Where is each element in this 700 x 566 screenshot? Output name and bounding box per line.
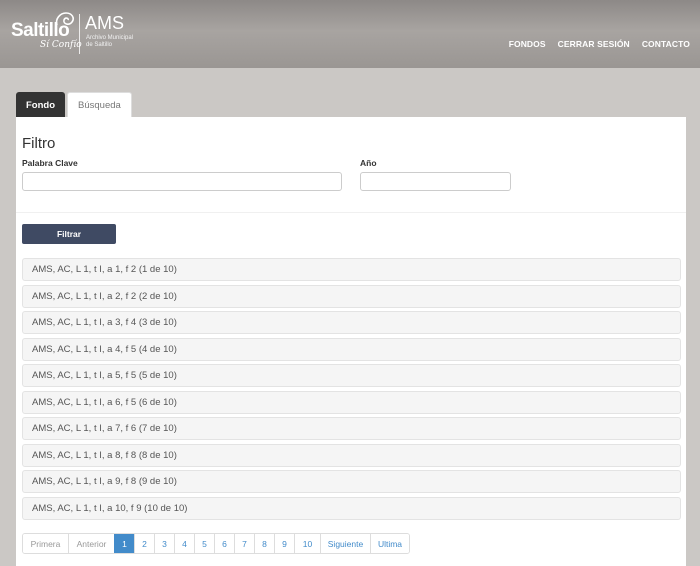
top-nav: FONDOS CERRAR SESIÓN CONTACTO — [509, 39, 690, 49]
nav-cerrar-sesion[interactable]: CERRAR SESIÓN — [558, 39, 630, 49]
site-header: Saltillo Sí Confío AMS Archivo Municipal… — [0, 0, 700, 68]
year-input[interactable] — [360, 172, 511, 191]
page-first[interactable]: Primera — [23, 534, 68, 553]
list-item[interactable]: AMS, AC, L 1, t I, a 6, f 5 (6 de 10) — [22, 390, 681, 414]
page-prev[interactable]: Anterior — [68, 534, 114, 553]
divider — [16, 212, 686, 213]
page-9[interactable]: 9 — [274, 534, 294, 553]
page-7[interactable]: 7 — [234, 534, 254, 553]
list-item[interactable]: AMS, AC, L 1, t I, a 10, f 9 (10 de 10) — [22, 496, 681, 520]
nav-contacto[interactable]: CONTACTO — [642, 39, 690, 49]
year-label: Año — [360, 158, 377, 168]
keyword-label: Palabra Clave — [22, 158, 78, 168]
list-item[interactable]: AMS, AC, L 1, t I, a 1, f 2 (1 de 10) — [22, 258, 681, 281]
logo-text: Saltillo — [11, 20, 70, 41]
saltillo-logo[interactable]: Saltillo Sí Confío AMS Archivo Municipal… — [10, 10, 133, 56]
keyword-input[interactable] — [22, 172, 342, 191]
logo-subtitle: Archivo Municipal de Saltillo — [86, 35, 134, 48]
page-8[interactable]: 8 — [254, 534, 274, 553]
list-item[interactable]: AMS, AC, L 1, t I, a 7, f 6 (7 de 10) — [22, 417, 681, 440]
logo-divider — [79, 14, 80, 54]
tab-fondo[interactable]: Fondo — [16, 92, 66, 118]
list-item[interactable]: AMS, AC, L 1, t I, a 5, f 5 (5 de 10) — [22, 364, 681, 387]
list-item[interactable]: AMS, AC, L 1, t I, a 8, f 8 (8 de 10) — [22, 443, 681, 467]
logo-acronym: AMS — [85, 13, 125, 33]
list-item[interactable]: AMS, AC, L 1, t I, a 3, f 4 (3 de 10) — [22, 311, 681, 334]
page-last[interactable]: Ultima — [370, 534, 409, 553]
filter-button[interactable]: Filtrar — [22, 224, 116, 244]
nav-fondos[interactable]: FONDOS — [509, 39, 546, 49]
page-next[interactable]: Siguiente — [320, 534, 370, 553]
page-4[interactable]: 4 — [174, 534, 194, 553]
tab-busqueda[interactable]: Búsqueda — [67, 92, 132, 118]
page-2[interactable]: 2 — [134, 534, 154, 553]
page-3[interactable]: 3 — [154, 534, 174, 553]
tab-bar: Fondo Búsqueda — [16, 92, 132, 118]
content-panel: Filtro Palabra Clave Año Filtrar AMS, AC… — [16, 117, 686, 566]
list-item[interactable]: AMS, AC, L 1, t I, a 4, f 5 (4 de 10) — [22, 337, 681, 361]
pagination: Primera Anterior 1 2 3 4 5 6 7 8 9 10 Si… — [22, 533, 410, 554]
page-5[interactable]: 5 — [194, 534, 214, 553]
list-item[interactable]: AMS, AC, L 1, t I, a 2, f 2 (2 de 10) — [22, 284, 681, 308]
page-1[interactable]: 1 — [114, 534, 134, 553]
page-10[interactable]: 10 — [294, 534, 320, 553]
page-6[interactable]: 6 — [214, 534, 234, 553]
results-list: AMS, AC, L 1, t I, a 1, f 2 (1 de 10) AM… — [22, 258, 681, 523]
list-item[interactable]: AMS, AC, L 1, t I, a 9, f 8 (9 de 10) — [22, 470, 681, 493]
logo-slogan: Sí Confío — [40, 40, 82, 50]
filter-title: Filtro — [22, 135, 56, 152]
